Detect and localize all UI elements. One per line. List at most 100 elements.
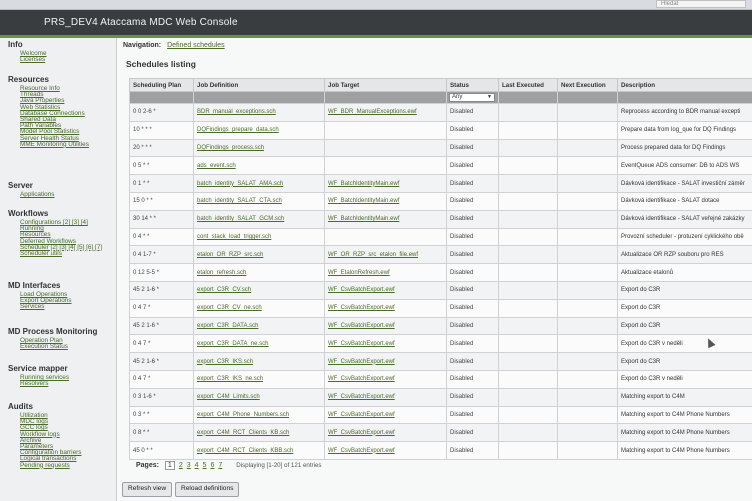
table-row[interactable]: 0 4 7 * export_C3R_IKS_ne.sch WF_CsvBatchE…	[129, 369, 752, 389]
sidebar-item-execution-status[interactable]: Execution Status	[20, 343, 68, 350]
description-cell: Dávková identifikace - SALAT veřejné zak…	[621, 216, 745, 223]
browser-search-field[interactable]: Hledat	[656, 0, 746, 8]
job-definition-link[interactable]: DQFindings_process.sch	[197, 145, 264, 151]
job-target-link[interactable]: WF_CsvBatchExport.ewf	[328, 448, 395, 454]
table-row[interactable]: 0 0 2-6 * BDR_manual_exceptions.sch WF_BDR…	[129, 103, 752, 122]
job-definition-link[interactable]: etalon_refresh.sch	[197, 270, 246, 276]
table-row[interactable]: 0 1 * * batch_identity_SALAT_AMA.sch WF_Ba…	[129, 174, 752, 193]
sidebar-item-services[interactable]: Services	[20, 303, 45, 310]
status-filter-select[interactable]: Any ▼	[449, 93, 495, 102]
pagination-info: Displaying [1-20] of 121 entries	[236, 462, 322, 469]
job-target-link[interactable]: WF_CsvBatchExport.ewf	[328, 305, 395, 311]
sidebar-item-mme-monitoring-utilities[interactable]: MME Monitoring Utilities	[20, 141, 89, 148]
job-definition-link[interactable]: export_C4M_RCT_Clients_KBB.sch	[197, 448, 293, 454]
schedule-plan-cell: 0 3 1-6 *	[133, 394, 156, 401]
job-definition-link[interactable]: ads_event.sch	[197, 163, 236, 169]
job-definition-link[interactable]: export_C4M_Phone_Numbers.sch	[197, 412, 289, 418]
column-header-status[interactable]: Status	[446, 78, 499, 92]
job-definition-link[interactable]: export_C3R_IKS_ne.sch	[197, 376, 263, 382]
job-target-link[interactable]: WF_CsvBatchExport.ewf	[328, 341, 395, 347]
job-target-link[interactable]: WF_EtalonRefresh.ewf	[328, 270, 390, 276]
page-link-3[interactable]: 3	[187, 462, 191, 469]
table-row[interactable]: 45 2 1-6 * export_C3R_DATA.sch WF_CsvBatch…	[129, 316, 752, 336]
page-link-4[interactable]: 4	[195, 462, 199, 469]
table-row[interactable]: 10 * * * DQFindings_prepare_data.sch Disab…	[129, 120, 752, 140]
app-title: PRS_DEV4 Ataccama MDC Web Console	[44, 17, 238, 28]
table-row[interactable]: 45 2 1-6 * export_C3R_CV.sch WF_CsvBatchEx…	[129, 280, 752, 300]
sidebar-item-pending-requests[interactable]: Pending requests	[20, 462, 70, 469]
column-header-job-target[interactable]: Job Target	[324, 78, 447, 92]
job-definition-link[interactable]: batch_identity_SALAT_GCM.sch	[197, 216, 284, 222]
job-definition-link[interactable]: etalon_OR_RZP_src.sch	[197, 252, 263, 258]
job-target-link[interactable]: WF_CsvBatchExport.ewf	[328, 412, 395, 418]
job-target-link[interactable]: WF_CsvBatchExport.ewf	[328, 323, 395, 329]
job-definition-link[interactable]: export_C3R_CV_ne.sch	[197, 305, 262, 311]
refresh-view-button[interactable]: Refresh view	[122, 482, 173, 497]
reload-definitions-button[interactable]: Reload definitions	[175, 482, 240, 497]
table-row[interactable]: 15 0 * * batch_identity_SALAT_CTA.sch WF_B…	[129, 191, 752, 211]
table-row[interactable]: 0 4 * * cont_stack_load_trigger.sch Disabl…	[129, 227, 752, 247]
job-target-link[interactable]: WF_BatchIdentityMain.ewf	[328, 198, 399, 204]
description-cell: Matching export to C4M Phone Numbers	[621, 429, 730, 436]
table-row[interactable]: 45 0 * * export_C4M_RCT_Clients_KBB.sch WF…	[129, 441, 752, 460]
breadcrumb-link-defined-schedules[interactable]: Defined schedules	[167, 42, 225, 49]
table-row[interactable]: 0 5 * * ads_event.sch Disabled EventQueue A…	[129, 156, 752, 176]
job-target-link[interactable]: WF_BatchIdentityMain.ewf	[328, 216, 399, 222]
sidebar-item-applications[interactable]: Applications	[20, 191, 54, 198]
job-definition-link[interactable]: export_C4M_Limits.sch	[197, 394, 260, 400]
job-target-link[interactable]: WF_CsvBatchExport.ewf	[328, 376, 395, 382]
job-target-link[interactable]: WF_BatchIdentityMain.ewf	[328, 181, 399, 187]
description-cell: Export do C3R	[621, 358, 661, 365]
sidebar-section-server: Server	[8, 181, 33, 190]
table-row[interactable]: 0 4 7 * export_C3R_CV_ne.sch WF_CsvBatchEx…	[129, 298, 752, 318]
description-cell: Matching export to C4M Phone Numbers	[621, 411, 730, 418]
job-target-link[interactable]: WF_CsvBatchExport.ewf	[328, 359, 395, 365]
schedule-plan-cell: 45 2 1-6 *	[133, 287, 160, 294]
job-definition-link[interactable]: BDR_manual_exceptions.sch	[197, 109, 276, 115]
sidebar-item-resolvers[interactable]: Resolvers	[20, 380, 48, 387]
job-definition-link[interactable]: export_C3R_DATA_ne.sch	[197, 341, 268, 347]
table-row[interactable]: 0 12 5-5 * etalon_refresh.sch WF_EtalonRef…	[129, 263, 752, 282]
job-target-link[interactable]: WF_OR_RZP_src_etalon_file.ewf	[328, 252, 418, 258]
column-header-scheduling-plan[interactable]: Scheduling Plan	[129, 78, 194, 92]
page-link-7[interactable]: 7	[218, 462, 222, 469]
sidebar-item-licenses[interactable]: Licenses	[20, 56, 45, 63]
status-cell: Disabled	[450, 429, 474, 436]
schedule-plan-cell: 20 * * *	[133, 144, 152, 151]
description-cell: Export do C3R	[621, 322, 661, 329]
table-row[interactable]: 0 3 1-6 * export_C4M_Limits.sch WF_CsvBatc…	[129, 387, 752, 407]
page-link-2[interactable]: 2	[179, 462, 183, 469]
table-row[interactable]: 0 4 7 * export_C3R_DATA_ne.sch WF_CsvBatch…	[129, 334, 752, 354]
job-definition-link[interactable]: export_C4M_RCT_Clients_KB.sch	[197, 430, 289, 436]
status-cell: Disabled	[450, 322, 474, 329]
page-link-5[interactable]: 5	[203, 462, 207, 469]
page-link-1[interactable]: 1	[164, 461, 175, 470]
column-header-last-executed[interactable]: Last Executed	[498, 78, 558, 92]
job-definition-link[interactable]: cont_stack_load_trigger.sch	[197, 234, 271, 240]
schedule-plan-cell: 0 4 * *	[133, 233, 150, 240]
sidebar-item-scheduler-utils[interactable]: Scheduler utils	[20, 250, 62, 257]
table-row[interactable]: 20 * * * DQFindings_process.sch Disabled Pr…	[129, 138, 752, 158]
table-row[interactable]: 0 4 1-7 * etalon_OR_RZP_src.sch WF_OR_RZP_…	[129, 245, 752, 265]
column-header-next-execution[interactable]: Next Execution	[557, 78, 618, 92]
job-target-link[interactable]: WF_CsvBatchExport.ewf	[328, 430, 395, 436]
job-target-link[interactable]: WF_CsvBatchExport.ewf	[328, 394, 395, 400]
page-link-6[interactable]: 6	[210, 462, 214, 469]
column-header-description[interactable]: Description	[617, 78, 752, 92]
chevron-down-icon: ▼	[487, 94, 492, 100]
table-row[interactable]: 0 8 * * export_C4M_RCT_Clients_KB.sch WF_C…	[129, 423, 752, 443]
job-definition-link[interactable]: batch_identity_SALAT_AMA.sch	[197, 181, 283, 187]
job-definition-link[interactable]: export_C3R_CV.sch	[197, 287, 251, 293]
job-target-link[interactable]: WF_CsvBatchExport.ewf	[328, 287, 395, 293]
job-definition-link[interactable]: DQFindings_prepare_data.sch	[197, 127, 279, 133]
job-target-link[interactable]: WF_BDR_ManualExceptions.ewf	[328, 109, 417, 115]
job-definition-link[interactable]: export_C3R_DATA.sch	[197, 323, 258, 329]
schedule-plan-cell: 10 * * *	[133, 127, 152, 134]
schedule-plan-cell: 0 8 * *	[133, 429, 150, 436]
column-header-job-definition[interactable]: Job Definition	[193, 78, 325, 92]
job-definition-link[interactable]: batch_identity_SALAT_CTA.sch	[197, 198, 282, 204]
table-row[interactable]: 30 14 * * batch_identity_SALAT_GCM.sch WF_…	[129, 209, 752, 229]
table-row[interactable]: 45 2 1-6 * export_C3R_IKS.sch WF_CsvBatchE…	[129, 352, 752, 371]
table-row[interactable]: 0 3 * * export_C4M_Phone_Numbers.sch WF_Cs…	[129, 405, 752, 425]
job-definition-link[interactable]: export_C3R_IKS.sch	[197, 359, 253, 365]
